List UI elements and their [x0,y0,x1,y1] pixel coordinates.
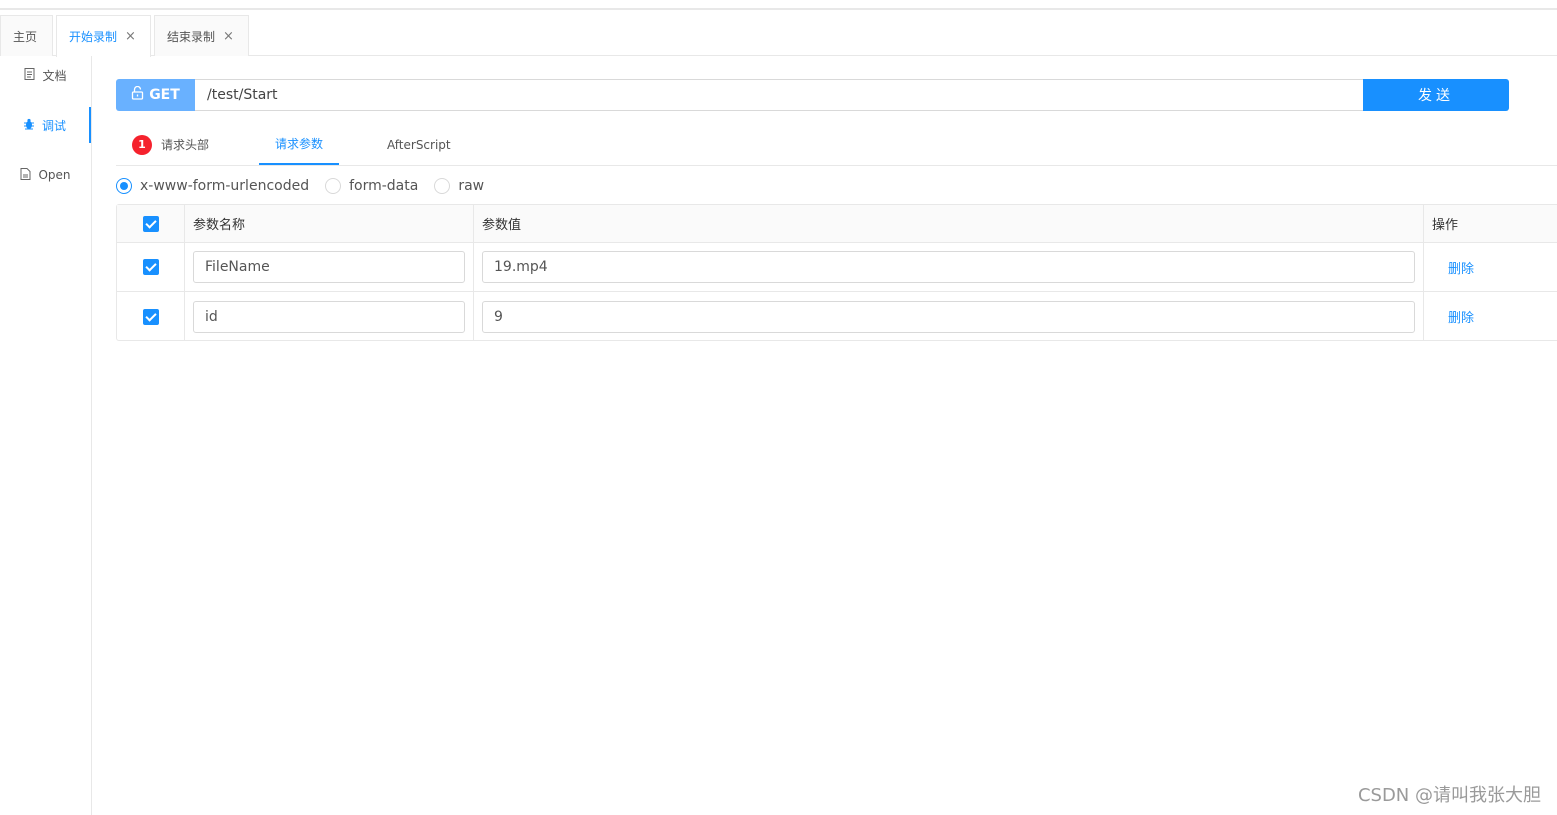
column-header-action: 操作 [1432,218,1459,233]
unlock-icon [131,85,144,104]
body-type-radio-group: x-www-form-urlencoded form-data raw [116,176,500,196]
row-checkbox[interactable] [142,259,159,275]
delete-link[interactable]: 删除 [1448,258,1474,277]
row-checkbox[interactable] [142,308,159,325]
delete-link[interactable]: 删除 [1448,307,1474,326]
action-cell: 删除 [1424,243,1557,291]
table-row: id 9 删除 [117,292,1557,341]
radio-unchecked-icon [434,178,451,194]
select-all-cell [117,205,185,242]
tab-request-headers-label: 请求头部 [161,138,210,152]
radio-x-www-form-urlencoded[interactable]: x-www-form-urlencoded [116,178,309,194]
row-select-cell [117,243,185,291]
send-button[interactable]: 发送 [1363,79,1509,111]
radio-checked-icon [116,178,132,194]
error-count-badge: 1 [132,134,152,155]
param-value-cell: 19.mp4 [474,243,1424,291]
sidebar-item-label: 文档 [42,68,67,83]
file-icon [20,167,31,183]
tab-end-recording-label: 结束录制 [167,29,216,44]
sidebar-item-open[interactable]: Open [0,157,91,193]
tab-start-recording-label: 开始录制 [69,30,118,44]
tab-afterscript-label: AfterScript [387,137,451,152]
tab-home[interactable]: 主页 [0,15,53,56]
tab-end-recording[interactable]: 结束录制 × [154,15,249,56]
params-table: 参数名称 参数值 操作 FileName 19.mp4 删除 id 9 删除 [116,204,1557,341]
bug-icon [23,118,35,133]
param-name-input[interactable]: FileName [193,251,465,283]
tab-bar: 主页 开始录制 × 结束录制 × [0,15,1557,57]
request-subtabs: 1 请求头部 请求参数 AfterScript [116,124,1557,166]
param-name-cell: id [185,292,474,341]
http-method-label: GET [149,87,180,103]
top-divider [0,8,1557,10]
radio-label: raw [458,178,485,194]
tab-request-params-label: 请求参数 [274,137,323,151]
radio-form-data[interactable]: form-data [325,178,418,194]
close-icon[interactable]: × [223,29,234,44]
tab-afterscript[interactable]: AfterScript [387,124,467,165]
column-header-name: 参数名称 [185,205,474,242]
close-icon[interactable]: × [125,29,136,44]
table-header-row: 参数名称 参数值 操作 [117,205,1557,243]
radio-raw[interactable]: raw [434,178,484,194]
url-input[interactable]: /test/Start [195,79,1364,111]
column-header-value: 参数值 [474,205,1424,242]
url-value: /test/Start [207,87,278,103]
action-cell: 删除 [1424,292,1557,341]
tab-start-recording[interactable]: 开始录制 × [56,15,151,57]
sidebar: 文档 调试 Open [0,56,92,815]
select-all-checkbox[interactable] [142,215,159,232]
radio-label: form-data [349,178,419,194]
sidebar-item-label: 调试 [41,118,66,133]
http-method-selector[interactable]: GET [116,79,195,111]
sidebar-item-debug[interactable]: 调试 [0,107,91,143]
param-name-cell: FileName [185,243,474,291]
tab-request-params[interactable]: 请求参数 [259,124,339,165]
radio-label: x-www-form-urlencoded [140,178,310,194]
sidebar-item-docs[interactable]: 文档 [0,57,91,93]
param-name-input[interactable]: id [193,300,465,333]
table-row: FileName 19.mp4 删除 [117,243,1557,292]
tab-home-label: 主页 [13,29,38,44]
sidebar-item-label: Open [38,168,71,182]
param-value-input[interactable]: 9 [482,300,1415,333]
watermark: CSDN @请叫我张大胆 [1357,785,1541,806]
radio-unchecked-icon [325,178,342,194]
tab-request-headers[interactable]: 1 请求头部 [132,124,242,165]
param-value-cell: 9 [474,292,1424,341]
row-select-cell [117,292,185,341]
param-value-input[interactable]: 19.mp4 [482,251,1415,283]
document-icon [24,67,35,83]
